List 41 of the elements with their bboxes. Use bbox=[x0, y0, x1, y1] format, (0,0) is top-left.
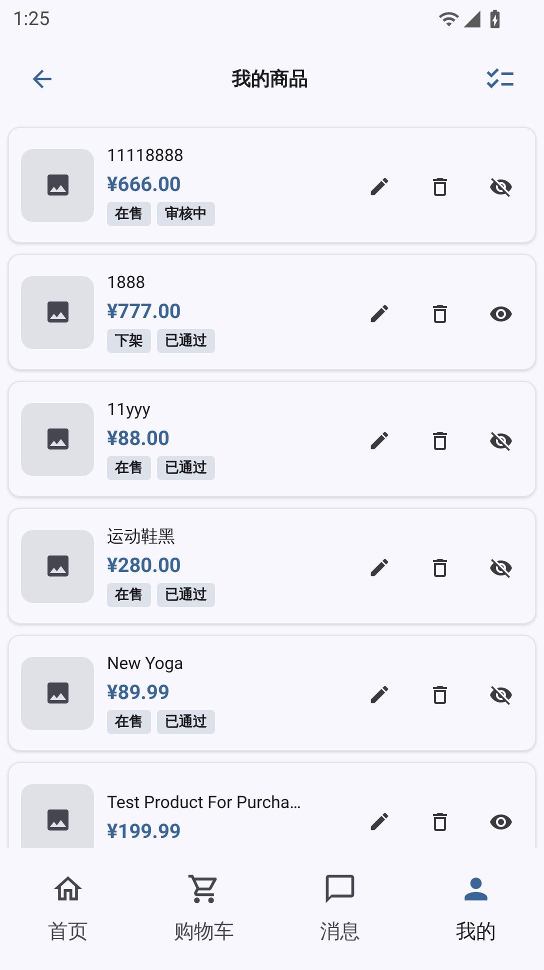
product-name: New Yoga bbox=[107, 652, 184, 674]
status-tag: 审核中 bbox=[157, 202, 215, 226]
status-tag: 在售 bbox=[107, 456, 151, 480]
nav-tab[interactable]: 购物车 bbox=[136, 872, 272, 946]
edit-button[interactable] bbox=[368, 683, 391, 706]
status-tag: 下架 bbox=[107, 328, 151, 352]
product-price: ¥777.00 bbox=[107, 298, 182, 324]
product-price: ¥199.99 bbox=[107, 818, 182, 844]
product-card[interactable]: 11118888 ¥666.00 在售 审核中 bbox=[8, 127, 536, 243]
nav-tab[interactable]: 我的 bbox=[408, 872, 544, 946]
product-price: ¥280.00 bbox=[107, 552, 182, 578]
nav-tab[interactable]: 消息 bbox=[272, 872, 408, 946]
edit-button[interactable] bbox=[368, 556, 391, 579]
status-tag: 已通过 bbox=[157, 710, 215, 734]
product-name: 11118888 bbox=[107, 144, 184, 166]
status-tag: 在售 bbox=[107, 710, 151, 734]
product-card[interactable]: 运动鞋黑 ¥280.00 在售 已通过 bbox=[8, 508, 536, 624]
status-tag: 在售 bbox=[107, 582, 151, 606]
product-card[interactable]: 1888 ¥777.00 下架 已通过 bbox=[8, 254, 536, 370]
product-price: ¥89.99 bbox=[107, 678, 170, 706]
product-card[interactable]: 11yyy ¥88.00 在售 已通过 bbox=[8, 381, 536, 497]
product-name: 运动鞋黑 bbox=[107, 526, 176, 548]
edit-button[interactable] bbox=[368, 175, 391, 198]
status-time: 1:25 bbox=[13, 6, 50, 32]
edit-button[interactable] bbox=[368, 810, 391, 833]
product-price: ¥666.00 bbox=[107, 170, 182, 198]
page-title: 我的商品 bbox=[232, 66, 308, 92]
product-card[interactable]: Test Product For Purcha… ¥199.99 bbox=[8, 762, 536, 848]
product-name: 1888 bbox=[107, 272, 146, 294]
status-tag: 已通过 bbox=[157, 456, 215, 480]
edit-button[interactable] bbox=[368, 302, 391, 325]
nav-tab[interactable]: 首页 bbox=[0, 872, 136, 946]
product-name: Test Product For Purcha… bbox=[107, 792, 302, 814]
product-card[interactable]: New Yoga ¥89.99 在售 已通过 bbox=[8, 635, 536, 751]
status-tag: 已通过 bbox=[157, 328, 215, 352]
product-name: 11yyy bbox=[107, 398, 152, 420]
status-tag: 已通过 bbox=[157, 582, 215, 606]
status-tag: 在售 bbox=[107, 202, 151, 226]
signal-icon bbox=[462, 9, 482, 29]
product-price: ¥88.00 bbox=[107, 424, 170, 452]
edit-button[interactable] bbox=[368, 429, 391, 452]
